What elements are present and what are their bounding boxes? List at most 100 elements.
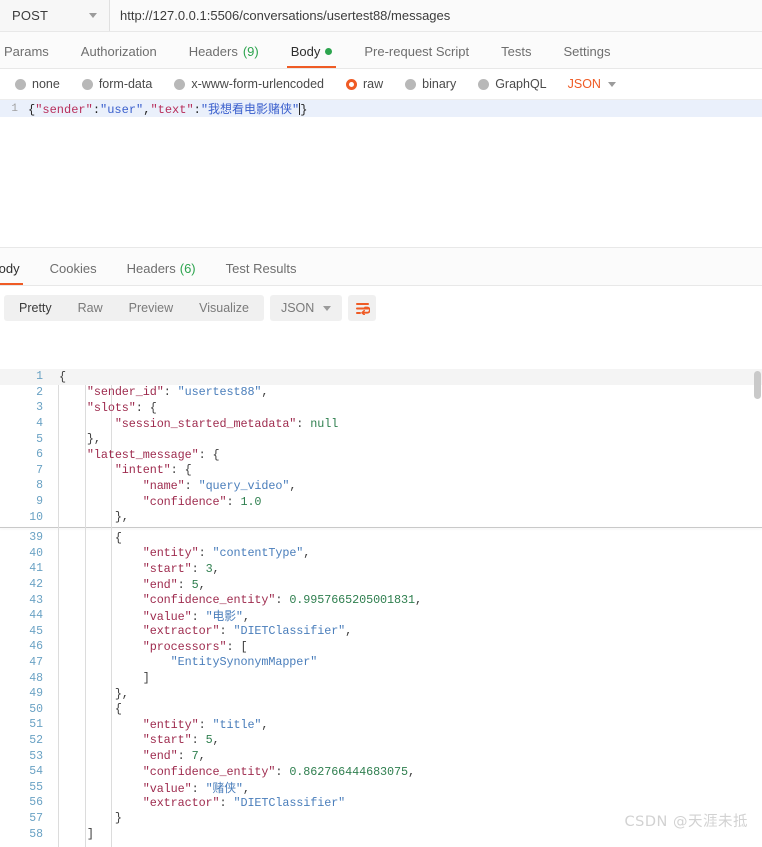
json-line: 41 "start": 3,	[0, 561, 762, 577]
json-token: },	[114, 686, 129, 701]
json-token: :	[226, 494, 241, 509]
body-mode-label: x-www-form-urlencoded	[191, 77, 324, 91]
json-token: :	[191, 561, 206, 576]
response-json-bottom-block[interactable]: 39 {40 "entity": "contentType", 41 "start…	[0, 530, 762, 842]
json-line: 2 "sender_id": "usertest88",	[0, 385, 762, 401]
json-line: 39 {	[0, 530, 762, 546]
view-mode-pretty[interactable]: Pretty	[6, 295, 65, 321]
request-tab-headers[interactable]: Headers (9)	[173, 44, 275, 68]
json-code: "name": "query_video",	[52, 478, 297, 493]
line-number: 2	[36, 385, 43, 399]
request-tab-params[interactable]: Params	[0, 44, 65, 68]
body-mode-graphql[interactable]: GraphQL	[467, 77, 557, 91]
response-tab-headers[interactable]: Headers (6)	[112, 261, 211, 285]
response-body-viewer[interactable]: 1 {2 "sender_id": "usertest88", 3 "slots"…	[0, 369, 762, 847]
json-token: 5	[205, 733, 213, 748]
json-code: ]	[52, 827, 94, 841]
radio-unselected-icon[interactable]	[174, 78, 186, 90]
postman-window: POST Params Authorization Headers (9) Body Pr…	[0, 0, 762, 847]
json-line: 6 "latest_message": {	[0, 447, 762, 463]
json-token: ,	[261, 385, 269, 400]
radio-unselected-icon[interactable]	[478, 78, 490, 90]
body-mode-x-www-form-urlencoded[interactable]: x-www-form-urlencoded	[163, 77, 335, 91]
wrap-text-button[interactable]	[348, 295, 377, 321]
body-mode-label: binary	[422, 77, 457, 91]
line-number: 8	[36, 479, 43, 493]
request-body-code[interactable]: {"sender":"user","text":"我想看电影赌侠"}	[24, 100, 307, 117]
json-token: }	[114, 811, 122, 826]
line-number: 49	[29, 687, 43, 701]
response-vertical-scrollbar[interactable]	[754, 371, 761, 399]
body-mode-raw[interactable]: raw	[335, 77, 394, 91]
request-tab-authorization[interactable]: Authorization	[65, 44, 173, 68]
view-mode-preview[interactable]: Preview	[116, 295, 186, 321]
json-line: 9 "confidence": 1.0	[0, 494, 762, 510]
json-code: "processors": [	[52, 639, 248, 654]
json-line: 55 "value": "赌侠",	[0, 779, 762, 796]
json-code: "confidence": 1.0	[52, 494, 262, 509]
body-mode-none[interactable]: none	[4, 77, 71, 91]
response-view-mode-group: Pretty Raw Preview Visualize	[4, 295, 264, 321]
body-mode-label: form-data	[98, 77, 153, 91]
request-url-input[interactable]	[120, 8, 752, 23]
json-token: "processors"	[142, 639, 227, 654]
radio-selected-icon[interactable]	[346, 78, 357, 90]
json-line: 52 "start": 5,	[0, 733, 762, 749]
response-format-dropdown[interactable]: JSON	[269, 295, 343, 321]
request-url-field[interactable]	[110, 0, 762, 31]
view-mode-raw[interactable]: Raw	[65, 295, 116, 321]
json-token: :	[191, 610, 206, 625]
json-line: 49 },	[0, 686, 762, 702]
http-method-label: POST	[12, 8, 49, 23]
response-tab-count: (6)	[179, 261, 196, 276]
line-number: 1	[11, 102, 18, 115]
json-code: "value": "电影",	[52, 607, 250, 624]
json-token: "sender_id"	[86, 385, 164, 400]
view-mode-visualize[interactable]: Visualize	[186, 295, 262, 321]
request-tab-settings[interactable]: Settings	[547, 44, 626, 68]
json-token: "entity"	[142, 546, 199, 561]
json-token: :	[296, 416, 311, 431]
json-token: ,	[289, 478, 297, 493]
json-token: ,	[242, 610, 250, 625]
request-tab-pre-request-script[interactable]: Pre-request Script	[348, 44, 485, 68]
response-tab-body[interactable]: Body	[0, 261, 35, 285]
json-token: : [	[226, 639, 248, 654]
line-number: 7	[36, 463, 43, 477]
request-body-line[interactable]: 1 {"sender":"user","text":"我想看电影赌侠"}	[0, 100, 762, 117]
json-token: "session_started_metadata"	[114, 416, 297, 431]
json-line: 54 "confidence_entity": 0.86276644468307…	[0, 764, 762, 780]
body-mode-binary[interactable]: binary	[394, 77, 467, 91]
response-tab-test-results[interactable]: Test Results	[211, 261, 312, 285]
json-token: :	[184, 478, 199, 493]
line-number: 1	[36, 370, 43, 384]
radio-unselected-icon[interactable]	[405, 78, 417, 90]
code-token: "text"	[150, 103, 194, 117]
line-number: 56	[29, 796, 43, 810]
json-token: ,	[414, 593, 422, 608]
json-token: "title"	[212, 717, 262, 732]
json-code: }	[52, 811, 122, 825]
radio-unselected-icon[interactable]	[15, 78, 26, 90]
json-token: "DIETClassifier"	[233, 624, 346, 639]
json-token: "confidence"	[142, 494, 227, 509]
http-method-dropdown[interactable]: POST	[0, 0, 110, 31]
line-number: 58	[29, 827, 43, 841]
radio-unselected-icon[interactable]	[81, 78, 93, 90]
response-tab-cookies[interactable]: Cookies	[35, 261, 112, 285]
raw-format-dropdown[interactable]: JSON	[558, 77, 626, 91]
request-tab-body[interactable]: Body	[275, 44, 349, 68]
line-number: 52	[29, 733, 43, 747]
json-token: "电影"	[205, 610, 243, 625]
json-code: },	[52, 432, 101, 446]
request-tab-label: Body	[290, 44, 321, 59]
request-tab-tests[interactable]: Tests	[485, 44, 547, 68]
json-line: 7 "intent": {	[0, 463, 762, 479]
request-body-editor[interactable]: 1 {"sender":"user","text":"我想看电影赌侠"}	[0, 100, 762, 248]
json-code: {	[52, 702, 122, 716]
json-line: 46 "processors": [	[0, 639, 762, 655]
json-token: :	[191, 781, 206, 796]
json-line: 5 },	[0, 431, 762, 447]
body-mode-form-data[interactable]: form-data	[71, 77, 164, 91]
response-json-top-block[interactable]: 1 {2 "sender_id": "usertest88", 3 "slots"…	[0, 369, 762, 525]
